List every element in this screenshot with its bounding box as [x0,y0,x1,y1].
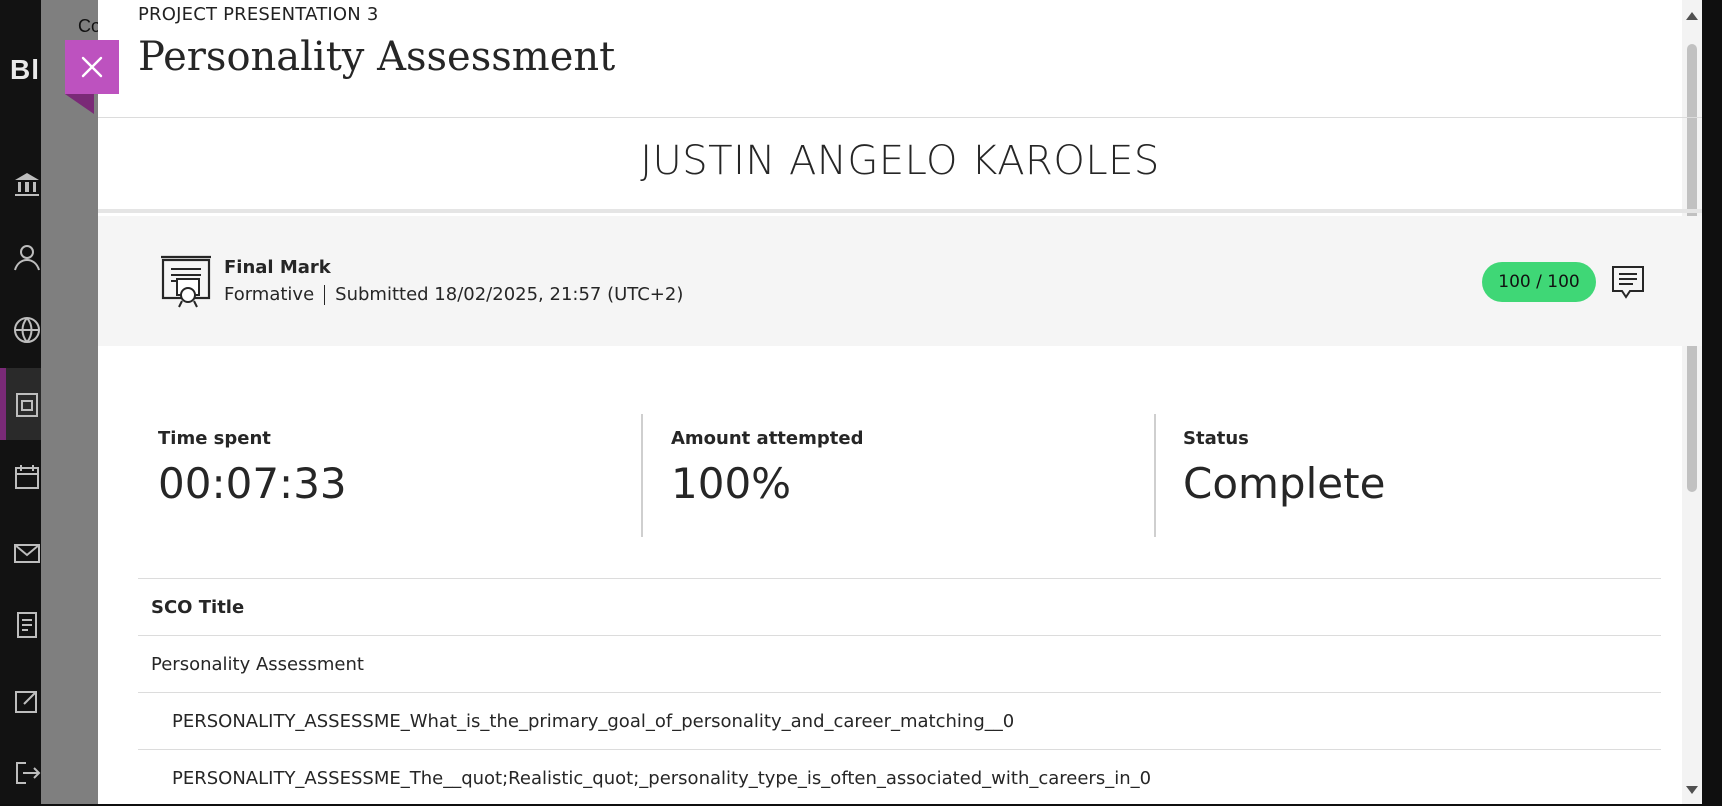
table-row: Personality Assessment [138,636,1661,693]
stat-value: 100% [671,459,863,508]
certificate-icon [160,254,212,308]
app-nav-sidebar: Bl [0,0,41,804]
modal-backdrop[interactable]: Co [41,0,98,804]
student-name: JUSTIN ANGELO KAROLES [98,138,1702,184]
institution-icon[interactable] [12,168,41,198]
close-button[interactable] [65,40,119,94]
name-divider [98,209,1702,213]
sco-title-cell: Personality Assessment [138,636,1661,693]
score-badge: 100 / 100 [1482,262,1596,302]
grade-label: Final Mark [224,257,331,278]
sco-table: SCO Title Personality Assessment PERSONA… [138,578,1661,806]
stat-status: Status Complete [1183,428,1385,508]
stat-time-spent: Time spent 00:07:33 [158,428,347,508]
stat-amount-attempted: Amount attempted 100% [671,428,863,508]
submission-date: Submitted 18/02/2025, 21:57 (UTC+2) [335,284,683,305]
table-row: PERSONALITY_ASSESSME_What_is_the_primary… [138,693,1661,750]
stat-value: Complete [1183,459,1385,508]
scroll-up-arrow-icon[interactable] [1686,12,1698,20]
stat-value: 00:07:33 [158,459,347,508]
header-divider [98,117,1702,118]
calendar-icon[interactable] [12,462,41,492]
tools-icon[interactable] [12,686,41,716]
table-header-row: SCO Title [138,579,1661,636]
scroll-down-arrow-icon[interactable] [1686,786,1698,794]
profile-icon[interactable] [12,242,41,272]
courses-icon[interactable] [12,390,41,420]
sco-title-cell: PERSONALITY_ASSESSME_The__quot;Realistic… [138,750,1661,806]
panel-overline: PROJECT PRESENTATION 3 [138,4,379,25]
stat-label: Amount attempted [671,428,863,449]
grade-meta: Formative Submitted 18/02/2025, 21:57 (UT… [224,284,683,305]
stat-divider [641,414,643,537]
grades-icon[interactable] [12,610,41,640]
nav-active-indicator [0,368,6,440]
sco-title-cell: PERSONALITY_ASSESSME_What_is_the_primary… [138,693,1661,750]
grade-type: Formative [224,284,314,305]
stat-divider [1154,414,1156,537]
close-button-fold [65,94,94,114]
brand-logo: Bl [10,54,40,86]
grade-summary: Final Mark Formative Submitted 18/02/2025… [98,216,1702,346]
page-title: Personality Assessment [138,34,615,80]
sign-out-icon[interactable] [12,758,41,788]
messages-icon[interactable] [12,538,41,568]
column-header-sco-title: SCO Title [138,579,1661,636]
close-icon [81,56,103,78]
scrollbar[interactable] [1682,0,1702,804]
meta-separator [324,285,325,305]
feedback-icon[interactable] [1610,264,1646,300]
stat-label: Time spent [158,428,347,449]
assignment-group-title: PROJECT PRESENTATION 3 [138,4,379,25]
globe-icon[interactable] [12,315,41,345]
stat-label: Status [1183,428,1385,449]
table-row: PERSONALITY_ASSESSME_The__quot;Realistic… [138,750,1661,806]
